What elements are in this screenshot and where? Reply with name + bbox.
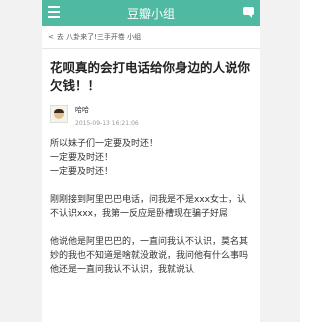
post-paragraph: 一定要及时还！ bbox=[50, 153, 114, 163]
post-paragraph: 他说他是阿里巴巴的，一直问我认不认识，莫名其妙的我也不知道是啥就没敢说，我问他有… bbox=[50, 237, 249, 275]
post-paragraph: 一定要及时还！ bbox=[50, 167, 114, 177]
post-paragraph: 刚刚接到阿里巴巴电话，问我是不是xxx女士，认不认识xxx，我第一反应是卧槽现在… bbox=[50, 195, 246, 219]
back-arrow-icon[interactable]: < bbox=[48, 33, 54, 41]
breadcrumb[interactable]: < 去 八卦来了!三手开卷 小组 bbox=[42, 26, 260, 49]
mobile-screen: 豆瓣小组 < 去 八卦来了!三手开卷 小组 花呗真的会打电话给你身边的人说你欠钱… bbox=[42, 0, 260, 322]
post-title: 花呗真的会打电话给你身边的人说你欠钱！！ bbox=[50, 60, 251, 93]
menu-icon[interactable] bbox=[48, 6, 60, 18]
avatar[interactable] bbox=[50, 105, 68, 123]
breadcrumb-link[interactable]: 去 八卦来了!三手开卷 小组 bbox=[57, 32, 141, 42]
right-margin bbox=[260, 0, 300, 322]
screenshot-frame: 豆瓣小组 < 去 八卦来了!三手开卷 小组 花呗真的会打电话给你身边的人说你欠钱… bbox=[0, 0, 300, 322]
post-timestamp: 2015-09-13 16:21:06 bbox=[75, 120, 139, 127]
chat-icon[interactable] bbox=[243, 7, 254, 18]
post-paragraph: 所以妹子们一定要及时还！ bbox=[50, 139, 159, 149]
avatar-image bbox=[54, 109, 64, 119]
left-margin bbox=[0, 0, 42, 322]
app-title: 豆瓣小组 bbox=[126, 6, 175, 21]
author-name[interactable]: 哈哈 bbox=[75, 105, 139, 116]
author-row: 哈哈 2015-09-13 16:21:06 bbox=[42, 101, 260, 129]
app-header: 豆瓣小组 bbox=[42, 0, 260, 26]
author-info: 哈哈 2015-09-13 16:21:06 bbox=[75, 105, 139, 129]
post-content: 所以妹子们一定要及时还！ 一定要及时还！ 一定要及时还！ 刚刚接到阿里巴巴电话，… bbox=[42, 129, 260, 277]
